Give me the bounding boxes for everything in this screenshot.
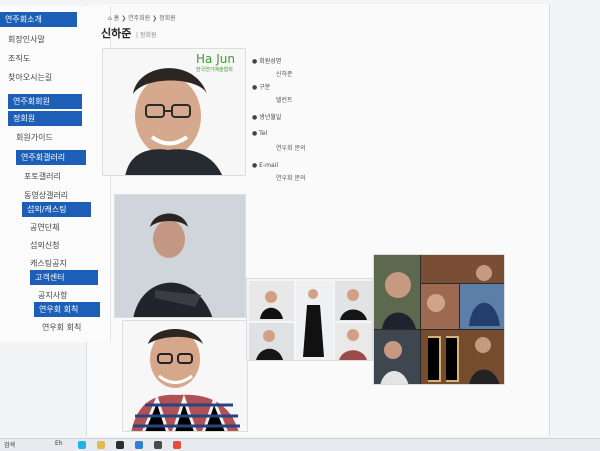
- sidebar-section-rules: 연우회 회칙 연우회 회칙: [34, 302, 100, 335]
- field-email-value: 연우회 문의: [276, 175, 306, 182]
- breadcrumb-regular[interactable]: 정회원: [159, 15, 176, 22]
- sidebar-section-casting: 섭외/캐스팅 공연단체 섭외신청 캐스팅공지: [22, 202, 91, 271]
- sidebar-item-directions[interactable]: 찾아오시는길: [0, 70, 77, 85]
- bullet-icon: ●: [252, 130, 258, 137]
- bullet-icon: ●: [252, 162, 258, 169]
- photo-collage-drama-stills[interactable]: [373, 254, 505, 385]
- breadcrumb-home[interactable]: 홈: [114, 15, 120, 22]
- edge-browser-icon[interactable]: [78, 441, 86, 449]
- sidebar-item-casting-request[interactable]: 섭외신청: [22, 238, 91, 253]
- windows-taskbar: 검색 Eh: [0, 438, 600, 451]
- sidebar-header-rules[interactable]: 연우회 회칙: [34, 302, 100, 317]
- sidebar-section-about: 연주회소개 회장인사말 조직도 찾아오시는길: [0, 12, 77, 85]
- field-email-label: ● E-mail: [252, 162, 278, 169]
- sidebar-item-rules[interactable]: 연우회 회칙: [34, 320, 100, 335]
- field-tel-value: 연우회 문의: [276, 145, 306, 152]
- sidebar-item-photo-gallery[interactable]: 포토갤러리: [16, 169, 86, 184]
- sidebar-header-about[interactable]: 연주회소개: [0, 12, 77, 27]
- bullet-icon: ●: [252, 114, 258, 121]
- breadcrumb: ⌂ 홈 ❯ 연주회원 ❯ 정회원: [108, 13, 176, 22]
- mail-icon[interactable]: [135, 441, 143, 449]
- chrome-icon[interactable]: [173, 441, 181, 449]
- sidebar-header-gallery[interactable]: 연주회갤러리: [16, 150, 86, 165]
- home-icon[interactable]: ⌂: [108, 15, 112, 22]
- breadcrumb-members[interactable]: 연주회원: [128, 15, 150, 22]
- sidebar-section-customer: 고객센터 공지사항: [30, 270, 98, 303]
- screen: 연주회소개 회장인사말 조직도 찾아오시는길 연주회회원 정회원 회원가이드 연…: [0, 0, 600, 438]
- field-birth-label: ● 생년월일: [252, 114, 282, 121]
- store-icon[interactable]: [116, 441, 124, 449]
- sidebar-item-greeting[interactable]: 회장인사말: [0, 32, 77, 47]
- logo-text: Ha Jun: [196, 52, 235, 66]
- bullet-icon: ●: [252, 58, 258, 65]
- taskbar-weather[interactable]: Eh: [55, 440, 63, 447]
- sidebar-section-gallery: 연주회갤러리 포토갤러리 동영상갤러리: [16, 150, 86, 203]
- field-type-value: 탤런트: [276, 97, 293, 104]
- collage-photo-icon: [374, 255, 504, 384]
- field-type-label: ● 구분: [252, 84, 271, 91]
- field-tel-label: ● Tel: [252, 130, 268, 137]
- file-explorer-icon[interactable]: [97, 441, 105, 449]
- profile-photo-suit[interactable]: [114, 194, 246, 318]
- sidebar-section-members: 연주회회원 정회원 회원가이드: [8, 94, 82, 145]
- sidebar-header-customer[interactable]: 고객센터: [30, 270, 98, 285]
- logo-subtext: 한국연기예술협회: [196, 67, 233, 73]
- collage-photo-icon: [247, 279, 372, 360]
- profile-main-photo[interactable]: Ha Jun 한국연기예술협회: [102, 48, 246, 176]
- sidebar-item-performance-group[interactable]: 공연단체: [22, 220, 91, 235]
- portrait-photo-icon: [123, 321, 247, 431]
- portrait-photo-icon: [115, 195, 245, 317]
- sidebar-header-casting[interactable]: 섭외/캐스팅: [22, 202, 91, 217]
- taskbar-search[interactable]: 검색: [4, 440, 15, 449]
- field-name-value: 신하준: [276, 71, 293, 78]
- sidebar-item-notices[interactable]: 공지사항: [30, 288, 98, 303]
- sidebar: 연주회소개 회장인사말 조직도 찾아오시는길 연주회회원 정회원 회원가이드 연…: [0, 6, 111, 342]
- sidebar-item-casting-notice[interactable]: 캐스팅공지: [22, 256, 91, 271]
- page-subtitle: | 정회원: [136, 32, 157, 39]
- bullet-icon: ●: [252, 84, 258, 91]
- photo-collage-black-suits[interactable]: [246, 278, 373, 361]
- field-name-label: ● 회원성명: [252, 58, 282, 65]
- sidebar-header-members[interactable]: 연주회회원: [8, 94, 82, 109]
- sidebar-item-member-guide[interactable]: 회원가이드: [8, 130, 82, 145]
- settings-icon[interactable]: [154, 441, 162, 449]
- sidebar-item-organization[interactable]: 조직도: [0, 51, 77, 66]
- sidebar-item-video-gallery[interactable]: 동영상갤러리: [16, 188, 86, 203]
- page-title: 신하준: [101, 27, 132, 40]
- sidebar-item-regular-members[interactable]: 정회원: [8, 111, 82, 126]
- profile-photo-smile[interactable]: [122, 320, 248, 432]
